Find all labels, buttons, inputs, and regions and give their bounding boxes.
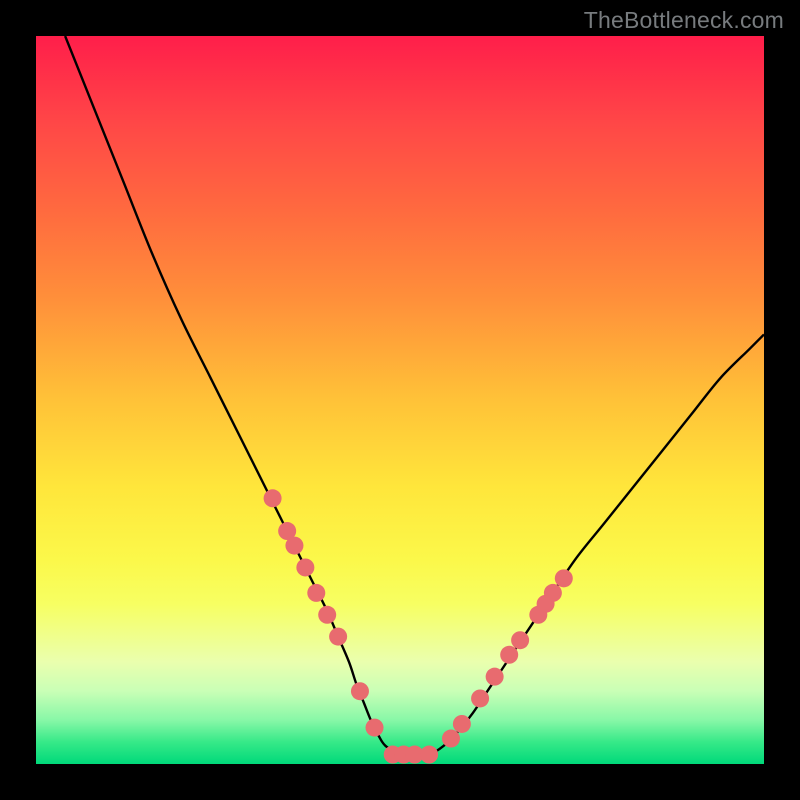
curve-marker — [442, 730, 460, 748]
chart-overlay — [36, 36, 764, 764]
curve-marker — [351, 682, 369, 700]
curve-marker — [329, 628, 347, 646]
curve-marker — [471, 689, 489, 707]
curve-marker — [420, 746, 438, 764]
curve-marker — [544, 584, 562, 602]
chart-frame: TheBottleneck.com — [0, 0, 800, 800]
curve-marker — [453, 715, 471, 733]
curve-marker — [366, 719, 384, 737]
curve-marker — [318, 606, 336, 624]
curve-marker — [511, 631, 529, 649]
bottleneck-curve — [65, 36, 764, 755]
curve-marker — [555, 569, 573, 587]
curve-marker — [285, 537, 303, 555]
curve-marker-group — [264, 489, 573, 763]
curve-marker — [264, 489, 282, 507]
curve-marker — [486, 668, 504, 686]
watermark-text: TheBottleneck.com — [584, 7, 784, 34]
curve-marker — [500, 646, 518, 664]
curve-path — [65, 36, 764, 755]
curve-marker — [307, 584, 325, 602]
curve-marker — [296, 558, 314, 576]
